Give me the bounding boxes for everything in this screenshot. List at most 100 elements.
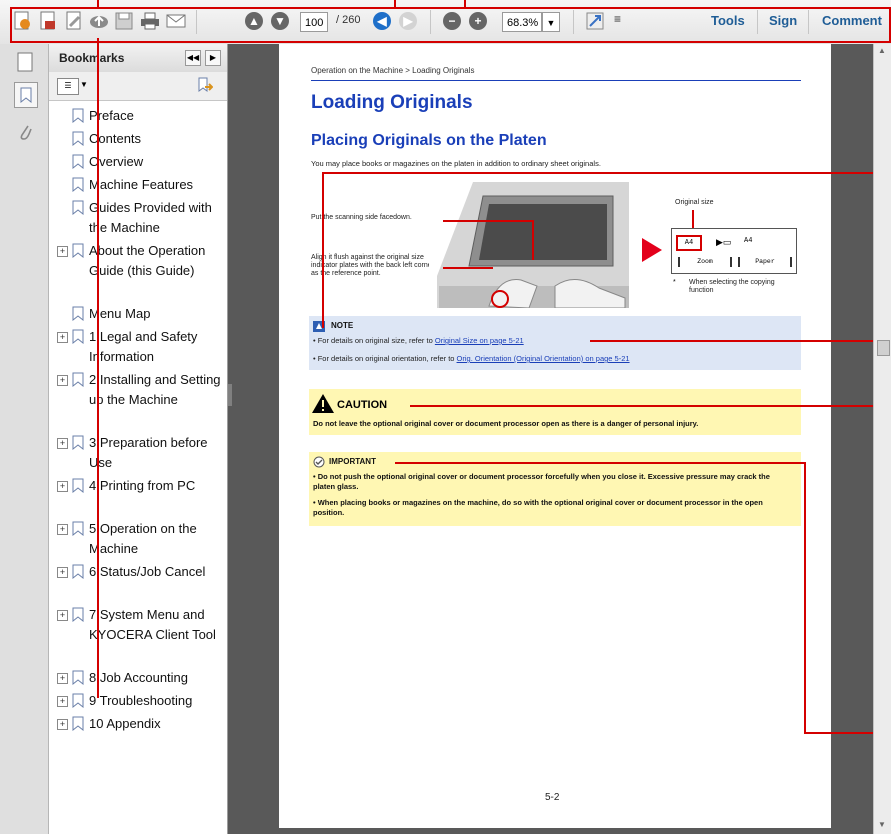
- note-line-2: • For details on original orientation, r…: [313, 354, 630, 363]
- bookmark-item[interactable]: +3 Preparation before Use: [53, 433, 225, 476]
- bookmark-item[interactable]: Preface: [53, 106, 225, 129]
- pane-resize-handle[interactable]: [228, 384, 232, 406]
- expand-bookmark-button[interactable]: [197, 77, 214, 98]
- expand-bookmark-toggle[interactable]: +: [57, 719, 68, 730]
- page-thumbnails-icon: [17, 52, 33, 72]
- collapse-panel-button[interactable]: ◀◀: [185, 50, 201, 66]
- bookmarks-list: Preface Contents Overview Machine Features G…: [49, 106, 227, 826]
- bookmark-item[interactable]: + About the Operation Guide (this Guide): [53, 241, 225, 304]
- note-line-1-text: For details on original size, refer to: [317, 336, 435, 345]
- double-chevron-left-icon: ◀◀: [186, 53, 200, 62]
- important-heading: IMPORTANT: [329, 457, 376, 466]
- callout-line: [443, 220, 533, 222]
- callout-line: [590, 340, 891, 342]
- attachments-button[interactable]: [14, 120, 36, 144]
- bookmark-item[interactable]: Overview: [53, 152, 225, 175]
- expand-bookmark-toggle[interactable]: +: [57, 246, 68, 257]
- bookmark-expand-icon: [198, 77, 214, 92]
- expand-bookmark-toggle[interactable]: +: [57, 438, 68, 449]
- expand-bookmark-toggle[interactable]: +: [57, 567, 68, 578]
- expand-bookmark-toggle[interactable]: +: [57, 332, 68, 343]
- bookmark-icon: [72, 478, 84, 494]
- original-size-label: Original size: [675, 199, 714, 206]
- expand-bookmark-toggle[interactable]: +: [57, 610, 68, 621]
- bookmark-item[interactable]: +5 Operation on the Machine: [53, 519, 225, 562]
- callout-line: [532, 220, 534, 260]
- bookmark-item[interactable]: +7 System Menu and KYOCERA Client Tool: [53, 605, 225, 668]
- bookmark-icon: [72, 670, 84, 686]
- bookmark-icon: [72, 521, 84, 537]
- bookmark-icon: [72, 435, 84, 451]
- bookmark-label: 2 Installing and Setting up the Machine: [89, 372, 221, 407]
- bookmark-item[interactable]: +2 Installing and Setting up the Machine: [53, 370, 225, 433]
- navigation-pane-rail: [0, 44, 49, 834]
- bookmark-item[interactable]: +10 Appendix: [53, 714, 225, 737]
- section-title: Placing Originals on the Platen: [311, 132, 547, 149]
- list-options-icon: ☰: [64, 81, 72, 90]
- bookmark-item[interactable]: +1 Legal and Safety Information: [53, 327, 225, 370]
- panel-options-button[interactable]: ▶: [205, 50, 221, 66]
- bookmark-item[interactable]: +8 Job Accounting: [53, 668, 225, 691]
- bookmark-icon: [72, 131, 84, 147]
- bookmark-item[interactable]: +9 Troubleshooting: [53, 691, 225, 714]
- toolbar-callout-box: [10, 7, 891, 43]
- bookmark-label: Menu Map: [89, 306, 151, 321]
- expand-bookmark-toggle[interactable]: +: [57, 696, 68, 707]
- bookmarks-tab-button[interactable]: [14, 82, 38, 108]
- original-size-link[interactable]: Original Size on page 5-21: [435, 336, 524, 345]
- bookmark-label: Contents: [89, 131, 142, 146]
- bookmark-icon: [72, 329, 84, 345]
- bookmark-label: Overview: [89, 154, 144, 169]
- expand-bookmark-toggle[interactable]: +: [57, 375, 68, 386]
- page-thumbnails-button[interactable]: [14, 50, 36, 74]
- caution-heading: CAUTION: [337, 399, 388, 411]
- bookmark-icon: [72, 243, 84, 259]
- bookmark-item[interactable]: Menu Map: [53, 304, 225, 327]
- important-bullet-2-text: When placing books or magazines on the m…: [313, 498, 763, 517]
- bookmark-icon: [72, 716, 84, 732]
- bookmark-item[interactable]: Guides Provided with the Machine: [53, 198, 225, 241]
- bookmark-item[interactable]: +4 Printing from PC: [53, 476, 225, 519]
- bookmark-ribbon-icon: [20, 87, 32, 103]
- bookmark-item[interactable]: +6 Status/Job Cancel: [53, 562, 225, 605]
- callout-line: [395, 462, 805, 464]
- red-arrow-icon: [642, 238, 662, 262]
- bookmark-icon: [72, 154, 84, 170]
- header-rule: [311, 80, 801, 81]
- expand-bookmark-toggle[interactable]: +: [57, 524, 68, 535]
- original-orientation-link[interactable]: Orig. Orientation (Original Orientation)…: [457, 354, 630, 363]
- checkmark-circle-icon: [313, 456, 325, 468]
- bookmarks-panel: Bookmarks ◀◀ ▶ ☰ ▼ Preface Contents Overvi…: [49, 44, 228, 834]
- expand-bookmark-toggle[interactable]: +: [57, 481, 68, 492]
- chevron-right-icon: ▶: [209, 53, 217, 62]
- scroll-up-icon[interactable]: ▲: [878, 46, 886, 55]
- expand-bookmark-toggle[interactable]: +: [57, 673, 68, 684]
- important-bullet-1: • Do not push the optional original cove…: [313, 472, 770, 491]
- bookmark-icon: [72, 200, 84, 216]
- panel-a4-left: A4: [676, 235, 702, 251]
- bookmarks-toolbar: ☰ ▼: [49, 72, 227, 101]
- bookmark-label: Preface: [89, 108, 134, 123]
- bookmark-label: About the Operation Guide (this Guide): [89, 243, 206, 278]
- bookmark-item[interactable]: Machine Features: [53, 175, 225, 198]
- bookmark-label: 1 Legal and Safety Information: [89, 329, 198, 364]
- important-bullet-1-text: Do not push the optional original cover …: [313, 472, 770, 491]
- callout-line: [804, 462, 806, 734]
- bookmark-icon: [72, 108, 84, 124]
- scroll-down-icon[interactable]: ▼: [878, 820, 886, 829]
- panel-paper: Paper: [738, 257, 792, 267]
- callout-line: [322, 172, 324, 328]
- callout-line: [394, 0, 396, 9]
- page-number: 5-2: [545, 792, 560, 803]
- bookmark-icon: [72, 177, 84, 193]
- bookmark-item[interactable]: Contents: [53, 129, 225, 152]
- vertical-scrollbar[interactable]: ▲ ▼: [873, 44, 891, 834]
- chevron-down-icon[interactable]: ▼: [80, 80, 88, 89]
- bookmark-options-menu[interactable]: ☰: [57, 78, 79, 95]
- scrollbar-thumb[interactable]: [877, 340, 890, 356]
- important-bullet-2: • When placing books or magazines on the…: [313, 498, 763, 517]
- bookmark-label: 10 Appendix: [89, 716, 161, 731]
- bookmark-label: 3 Preparation before Use: [89, 435, 208, 470]
- control-panel-figure: A4 ▶▭ A4 Zoom Paper: [671, 228, 797, 274]
- bookmark-label: Machine Features: [89, 177, 194, 192]
